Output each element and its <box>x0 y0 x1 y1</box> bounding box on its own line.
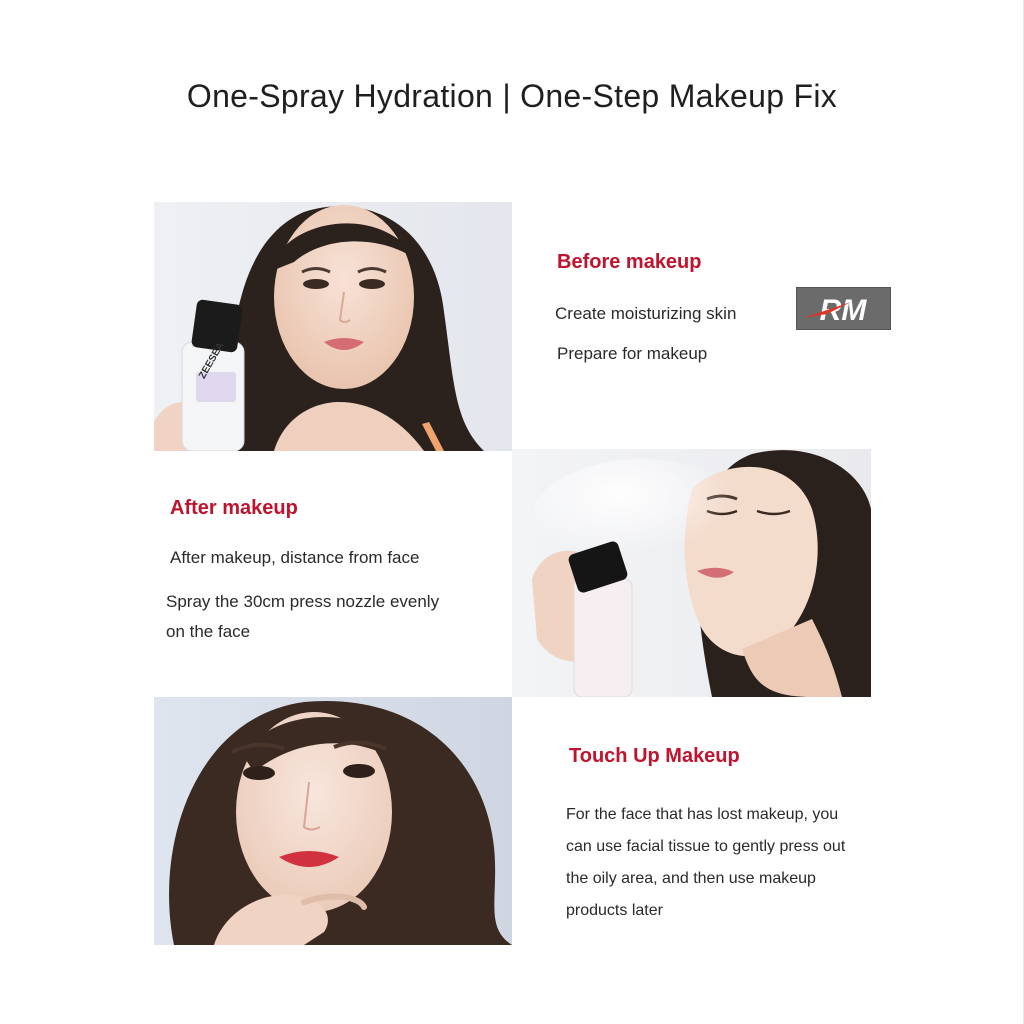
rm-logo-icon: RM <box>796 287 891 330</box>
touch-up-line-2: can use facial tissue to gently press ou… <box>566 838 846 855</box>
touch-up-line-1: For the face that has lost makeup, you <box>566 806 839 823</box>
after-line-2: Spray the 30cm press nozzle evenly <box>166 592 440 611</box>
before-line-1: Create moisturizing skin <box>555 304 737 323</box>
before-line-2: Prepare for makeup <box>557 344 708 363</box>
after-makeup-heading: After makeup <box>170 497 298 519</box>
touch-up-heading: Touch Up Makeup <box>569 745 740 767</box>
touch-up-line-4: products later <box>566 902 663 919</box>
after-line-1: After makeup, distance from face <box>170 548 420 567</box>
before-makeup-heading: Before makeup <box>557 251 702 273</box>
touch-up-text: For the face that has lost makeup, you c… <box>566 799 845 927</box>
touch-up-photo <box>154 697 512 945</box>
after-line-3: on the face <box>166 622 251 641</box>
before-makeup-photo: ZEESEA <box>154 202 512 451</box>
after-makeup-photo <box>512 449 871 697</box>
touch-up-line-3: the oily area, and then use makeup <box>566 870 816 887</box>
page-title: One-Spray Hydration | One-Step Makeup Fi… <box>186 78 838 114</box>
